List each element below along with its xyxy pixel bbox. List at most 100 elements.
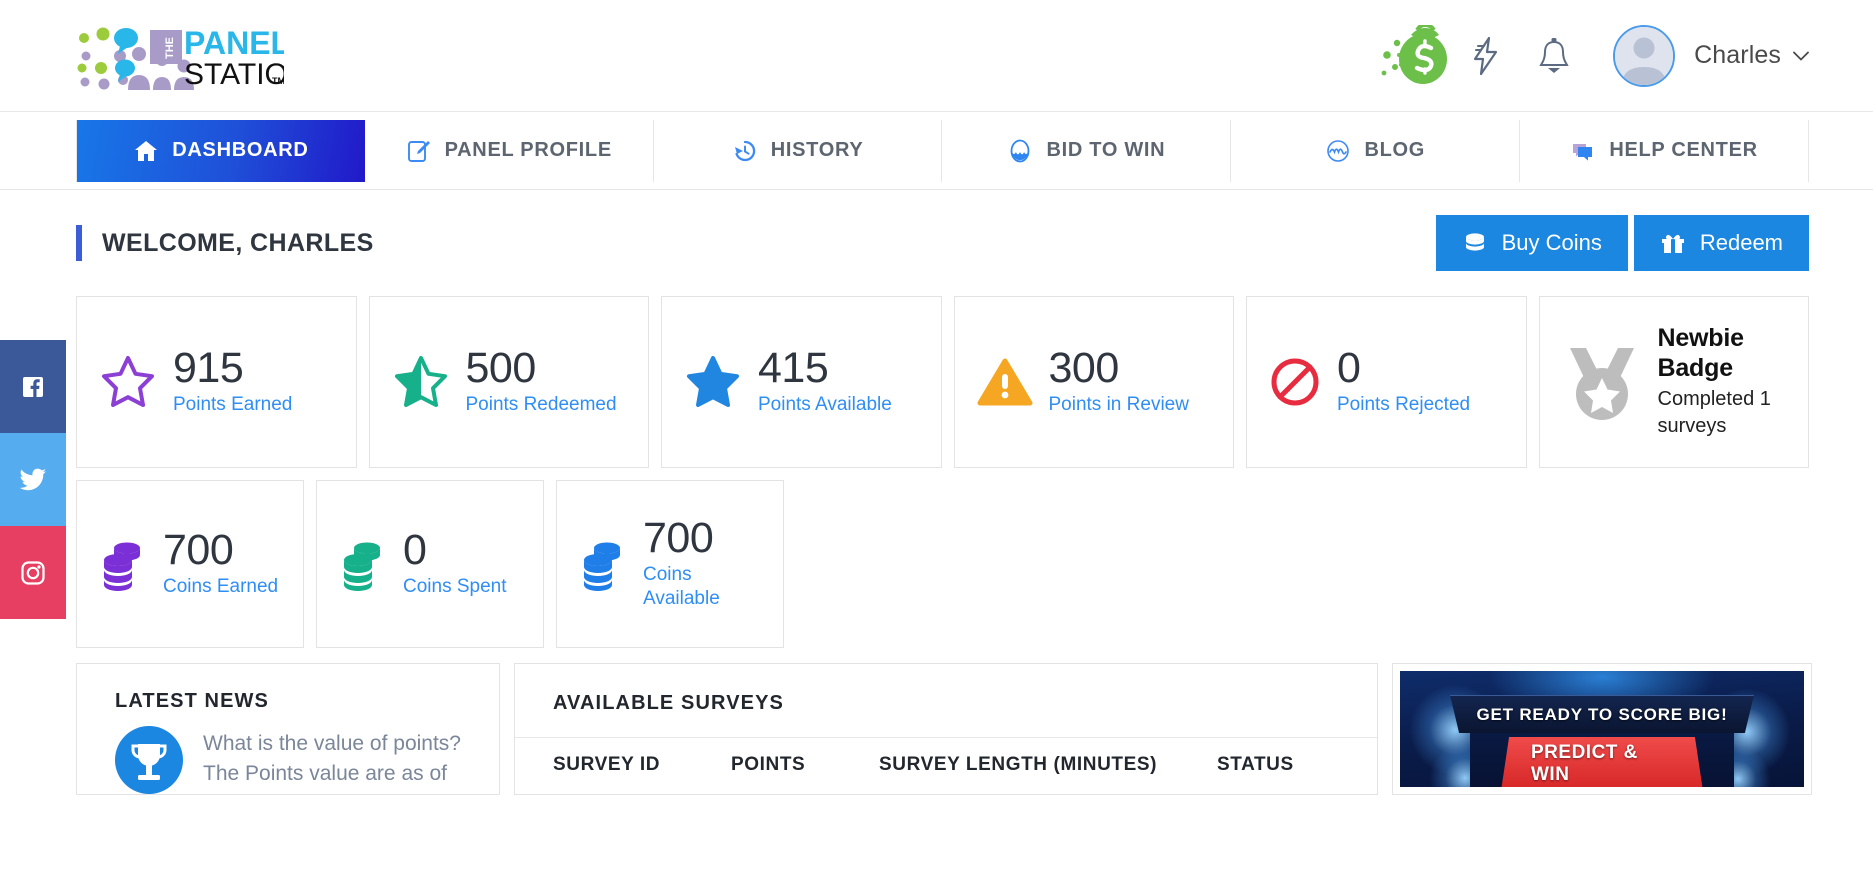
star-half-icon xyxy=(392,354,450,410)
chat-icon xyxy=(1570,138,1596,164)
social-share-rail xyxy=(0,340,66,619)
lightning-bolt-button[interactable] xyxy=(1469,36,1537,76)
chevron-down-icon xyxy=(1793,51,1809,61)
redeem-button[interactable]: Redeem xyxy=(1634,215,1809,271)
avatar-placeholder-icon xyxy=(1615,27,1673,85)
stat-card-points-redeemed[interactable]: 500 Points Redeemed xyxy=(369,296,650,468)
tab-blog[interactable]: BLOG xyxy=(1231,120,1520,182)
stat-value: 415 xyxy=(758,347,892,391)
svg-text:TM: TM xyxy=(272,76,284,86)
notifications-button[interactable] xyxy=(1537,37,1613,75)
stat-card-points-rejected[interactable]: 0 Points Rejected xyxy=(1246,296,1527,468)
banner-ribbon: PREDICT & WIN xyxy=(1501,737,1703,787)
coins-icon xyxy=(1462,231,1488,255)
news-item[interactable]: What is the value of points? The Points … xyxy=(115,726,475,794)
stat-label: Coins Spent xyxy=(403,575,507,599)
stat-value: 500 xyxy=(466,347,617,391)
avatar xyxy=(1613,25,1675,87)
stat-card-points-in-review[interactable]: 300 Points in Review xyxy=(954,296,1235,468)
stat-value: 700 xyxy=(163,529,278,573)
stat-value: 700 xyxy=(643,517,765,561)
header-actions: Charles xyxy=(1381,25,1809,87)
stat-card-points-available[interactable]: 415 Points Available xyxy=(661,296,942,468)
page-title: WELCOME, CHARLES xyxy=(102,229,374,258)
buy-coins-label: Buy Coins xyxy=(1502,230,1602,256)
stat-card-coins-earned[interactable]: 700 Coins Earned xyxy=(76,480,304,648)
panel-station-logo-icon: THE PANEL STATION TM xyxy=(76,22,284,90)
home-icon xyxy=(133,138,159,164)
stat-value: 300 xyxy=(1049,347,1189,391)
column-header-status: STATUS xyxy=(1217,754,1377,776)
star-filled-icon xyxy=(684,354,742,410)
svg-text:STATION: STATION xyxy=(184,58,284,90)
tab-dashboard[interactable]: DASHBOARD xyxy=(77,120,365,182)
stat-label: Points Earned xyxy=(173,393,292,417)
stat-label: Coins Earned xyxy=(163,575,278,599)
svg-text:PANEL: PANEL xyxy=(184,25,284,61)
twitter-icon xyxy=(19,467,47,493)
column-header-survey-id: SURVEY ID xyxy=(553,754,731,776)
stat-label: Points Redeemed xyxy=(466,393,617,417)
stat-card-coins-spent[interactable]: 0 Coins Spent xyxy=(316,480,544,648)
tab-panel-profile[interactable]: PANEL PROFILE xyxy=(365,120,654,182)
tab-history[interactable]: HISTORY xyxy=(654,120,943,182)
stat-label: Points in Review xyxy=(1049,393,1189,417)
news-headline: What is the value of points? xyxy=(203,730,461,758)
stat-card-points-earned[interactable]: 915 Points Earned xyxy=(76,296,357,468)
redeem-label: Redeem xyxy=(1700,230,1783,256)
news-snippet: The Points value are as of xyxy=(203,760,461,788)
buy-coins-button[interactable]: Buy Coins xyxy=(1436,215,1628,271)
surveys-title: AVAILABLE SURVEYS xyxy=(553,692,784,714)
lightning-bolt-icon xyxy=(1469,36,1503,76)
bottom-panels: LATEST NEWS What is the value of points?… xyxy=(76,663,1809,795)
social-twitter-button[interactable] xyxy=(0,433,66,526)
blog-icon xyxy=(1325,138,1351,164)
stat-card-coins-available[interactable]: 700 Coins Available xyxy=(556,480,784,648)
welcome-row: WELCOME, CHARLES Buy Coins Re xyxy=(76,190,1809,296)
banner-tagline: GET READY TO SCORE BIG! xyxy=(1450,695,1754,733)
stat-value: 0 xyxy=(1337,347,1470,391)
surveys-table-header: SURVEY ID POINTS SURVEY LENGTH (MINUTES)… xyxy=(515,738,1377,776)
blocked-icon xyxy=(1269,356,1321,408)
gift-icon xyxy=(1660,231,1686,255)
money-bag-icon xyxy=(1381,25,1451,87)
stat-value: 915 xyxy=(173,347,292,391)
social-facebook-button[interactable] xyxy=(0,340,66,433)
tab-help-center[interactable]: HELP CENTER xyxy=(1520,120,1808,182)
badge-subtitle: Completed 1 surveys xyxy=(1658,386,1795,440)
badge-card[interactable]: Newbie Badge Completed 1 surveys xyxy=(1539,296,1810,468)
history-icon xyxy=(732,138,758,164)
instagram-icon xyxy=(20,560,46,586)
row-spacer xyxy=(796,480,1809,648)
surveys-header: AVAILABLE SURVEYS xyxy=(515,664,1377,738)
tab-label: BID TO WIN xyxy=(1046,139,1165,162)
column-header-length: SURVEY LENGTH (MINUTES) xyxy=(879,754,1217,776)
tab-label: BLOG xyxy=(1364,139,1425,162)
trophy-icon xyxy=(115,726,183,794)
money-bag-button[interactable] xyxy=(1381,25,1469,87)
column-header-points: POINTS xyxy=(731,754,879,776)
tab-bid-to-win[interactable]: BID TO WIN xyxy=(942,120,1231,182)
coins-icon xyxy=(579,536,627,592)
stat-value: 0 xyxy=(403,529,507,573)
svg-text:THE: THE xyxy=(164,37,176,59)
main-navigation: DASHBOARD PANEL PROFILE HISTORY BID TO W… xyxy=(0,112,1873,190)
accent-bar xyxy=(76,225,82,261)
stat-label: Points Rejected xyxy=(1337,393,1470,417)
promo-banner[interactable]: GET READY TO SCORE BIG! PREDICT & WIN xyxy=(1400,671,1804,787)
site-logo[interactable]: THE PANEL STATION TM xyxy=(76,22,284,90)
tab-label: DASHBOARD xyxy=(172,139,308,162)
badge-title: Newbie Badge xyxy=(1658,324,1795,384)
available-surveys-panel: AVAILABLE SURVEYS SURVEY ID POINTS SURVE… xyxy=(514,663,1378,795)
facebook-icon xyxy=(20,374,46,400)
stats-row-coins: 700 Coins Earned 0 Coins Spent xyxy=(76,480,1809,648)
warning-icon xyxy=(977,356,1033,408)
tab-label: HISTORY xyxy=(771,139,864,162)
promo-banner-panel[interactable]: GET READY TO SCORE BIG! PREDICT & WIN xyxy=(1392,663,1812,795)
user-menu[interactable]: Charles xyxy=(1613,25,1809,87)
tab-label: PANEL PROFILE xyxy=(445,139,612,162)
stat-label: Coins Available xyxy=(643,563,765,612)
medal-icon xyxy=(1556,336,1648,428)
social-instagram-button[interactable] xyxy=(0,526,66,619)
site-header: THE PANEL STATION TM xyxy=(0,0,1873,112)
